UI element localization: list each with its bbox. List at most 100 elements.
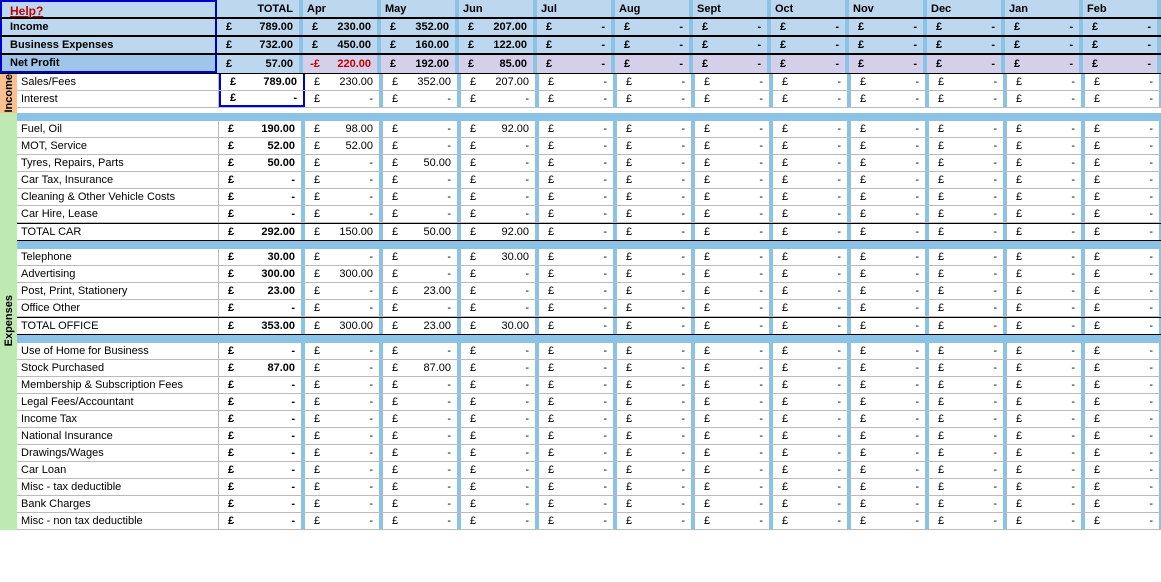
cell-value[interactable]: - <box>1109 172 1159 188</box>
cell-value[interactable]: - <box>1107 37 1157 53</box>
cell-value[interactable]: - <box>797 318 847 334</box>
cell-value[interactable]: - <box>719 513 769 529</box>
cell-value[interactable]: - <box>407 377 457 393</box>
cell-value[interactable]: - <box>719 266 769 282</box>
cell-value[interactable]: 50.00 <box>407 224 457 240</box>
cell-value[interactable]: - <box>641 360 691 376</box>
cell-value[interactable]: - <box>953 513 1003 529</box>
cell-value[interactable]: - <box>797 377 847 393</box>
cell-value[interactable]: - <box>641 411 691 427</box>
cell-value[interactable]: 98.00 <box>329 121 379 137</box>
cell-value[interactable]: - <box>1109 74 1159 90</box>
cell-value[interactable]: - <box>1031 360 1081 376</box>
cell-value[interactable]: - <box>1031 411 1081 427</box>
cell-value[interactable]: - <box>719 462 769 478</box>
cell-value[interactable]: - <box>407 206 457 222</box>
cell-value[interactable]: - <box>717 55 767 73</box>
cell-value[interactable]: - <box>1031 121 1081 137</box>
cell-value[interactable]: - <box>719 496 769 512</box>
cell-value[interactable]: - <box>1109 121 1159 137</box>
cell-value[interactable]: - <box>641 394 691 410</box>
cell-value[interactable]: 192.00 <box>405 55 455 73</box>
cell-value[interactable]: - <box>641 445 691 461</box>
cell-value[interactable]: - <box>797 138 847 154</box>
cell-value[interactable]: - <box>329 428 379 444</box>
help-link[interactable]: Help? <box>10 4 43 18</box>
cell-value[interactable]: - <box>329 411 379 427</box>
cell-value[interactable]: - <box>1109 411 1159 427</box>
cell-value[interactable]: - <box>563 445 613 461</box>
cell-value[interactable]: - <box>797 445 847 461</box>
cell-value[interactable]: - <box>797 411 847 427</box>
cell-value[interactable]: - <box>407 445 457 461</box>
cell-value[interactable]: - <box>875 266 925 282</box>
cell-value[interactable]: - <box>485 300 535 316</box>
cell-value[interactable]: - <box>953 343 1003 359</box>
cell-value[interactable]: - <box>797 172 847 188</box>
cell-value[interactable]: - <box>563 121 613 137</box>
cell-value[interactable]: - <box>953 155 1003 171</box>
cell-value[interactable]: - <box>641 462 691 478</box>
cell-value[interactable]: - <box>407 300 457 316</box>
cell-value[interactable]: - <box>563 496 613 512</box>
cell-value[interactable]: - <box>719 249 769 265</box>
cell-value[interactable]: - <box>953 206 1003 222</box>
cell-value[interactable]: - <box>719 189 769 205</box>
cell-value[interactable]: - <box>719 300 769 316</box>
cell-value[interactable]: - <box>953 318 1003 334</box>
cell-value[interactable]: - <box>875 224 925 240</box>
cell-value[interactable]: - <box>407 428 457 444</box>
cell-value[interactable]: - <box>1031 318 1081 334</box>
cell-value[interactable]: - <box>329 91 379 107</box>
cell-value[interactable]: - <box>953 428 1003 444</box>
cell-value[interactable]: - <box>717 19 767 35</box>
cell-value[interactable]: - <box>407 266 457 282</box>
cell-value[interactable]: 732.00 <box>241 37 299 53</box>
cell-value[interactable]: - <box>797 91 847 107</box>
cell-value[interactable]: - <box>329 189 379 205</box>
cell-value[interactable]: - <box>1031 206 1081 222</box>
cell-value[interactable]: - <box>329 249 379 265</box>
cell-value[interactable]: - <box>875 445 925 461</box>
cell-value[interactable]: - <box>797 496 847 512</box>
cell-value[interactable]: - <box>873 55 923 73</box>
cell-value[interactable]: - <box>875 249 925 265</box>
cell-value[interactable]: - <box>563 394 613 410</box>
cell-value[interactable]: - <box>719 411 769 427</box>
cell-value[interactable]: - <box>563 189 613 205</box>
cell-value[interactable]: - <box>953 121 1003 137</box>
cell-value[interactable]: - <box>1031 172 1081 188</box>
cell-value[interactable]: - <box>1109 428 1159 444</box>
cell-value[interactable]: 52.00 <box>329 138 379 154</box>
cell-value[interactable]: - <box>1031 138 1081 154</box>
cell-value[interactable]: - <box>485 411 535 427</box>
cell-value[interactable]: - <box>1031 189 1081 205</box>
cell-value[interactable]: - <box>407 496 457 512</box>
cell-value[interactable]: - <box>875 411 925 427</box>
cell-value[interactable]: - <box>797 206 847 222</box>
cell-value[interactable]: - <box>563 479 613 495</box>
cell-value[interactable]: - <box>563 318 613 334</box>
cell-value[interactable]: - <box>485 266 535 282</box>
cell-value[interactable]: - <box>561 55 611 73</box>
cell-value[interactable]: - <box>407 138 457 154</box>
cell-value[interactable]: - <box>719 343 769 359</box>
cell-value[interactable]: 300.00 <box>243 266 301 282</box>
cell-value[interactable]: - <box>641 155 691 171</box>
cell-value[interactable]: - <box>243 479 301 495</box>
cell-value[interactable]: - <box>797 513 847 529</box>
cell-value[interactable]: - <box>407 189 457 205</box>
cell-value[interactable]: - <box>1109 513 1159 529</box>
cell-value[interactable]: - <box>875 206 925 222</box>
cell-value[interactable]: - <box>1109 91 1159 107</box>
cell-value[interactable]: - <box>875 479 925 495</box>
cell-value[interactable]: - <box>1031 300 1081 316</box>
cell-value[interactable]: - <box>873 37 923 53</box>
cell-value[interactable]: - <box>639 55 689 73</box>
cell-value[interactable]: - <box>563 266 613 282</box>
cell-value[interactable]: - <box>485 189 535 205</box>
cell-value[interactable]: - <box>953 445 1003 461</box>
cell-value[interactable]: - <box>243 428 301 444</box>
cell-value[interactable]: - <box>719 377 769 393</box>
cell-value[interactable]: - <box>875 462 925 478</box>
